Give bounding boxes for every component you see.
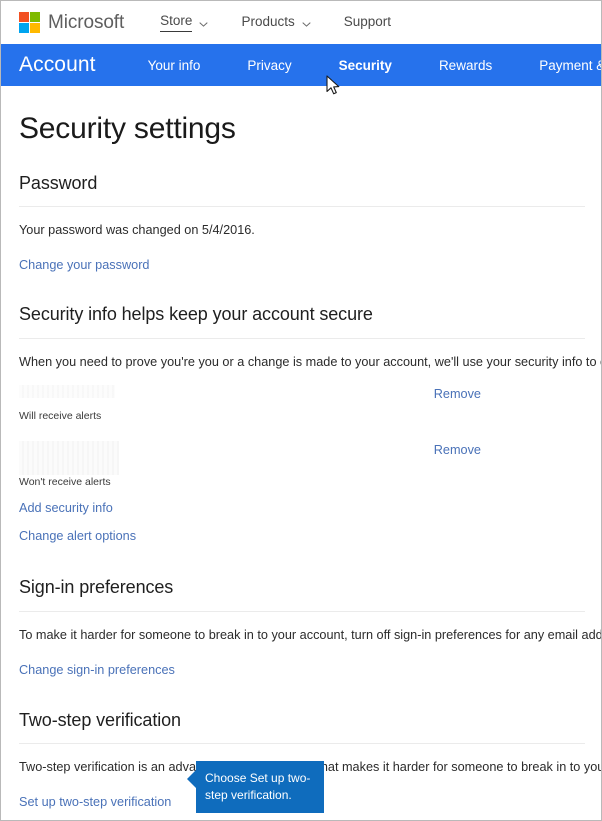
section-heading-two-step-verification: Two-step verification [19,709,181,730]
tab-rewards[interactable]: Rewards [439,58,492,73]
section-divider [19,337,585,339]
section-divider [19,610,585,612]
callout-text: Choose Set up two-step verification. [196,761,324,814]
global-nav: Store Products Support [160,13,425,32]
tab-payment-and-billing[interactable]: Payment & billing [539,57,601,73]
change-password-link[interactable]: Change your password [19,258,149,272]
security-info-description: When you need to prove you're you or a c… [19,354,602,369]
callout-arrow-icon [187,770,196,788]
microsoft-global-header: Microsoft Store Products Support [1,1,601,44]
logo-square-red [19,12,29,22]
account-brand[interactable]: Account [19,53,96,77]
logo-square-green [30,12,40,22]
logo-square-yellow [30,23,40,33]
section-heading-signin-preferences: Sign-in preferences [19,576,174,597]
callout-tooltip: Choose Set up two-step verification. [187,761,324,814]
remove-security-info-link[interactable]: Remove [434,387,481,401]
security-info-list: Remove Will receive alerts Remove Won't … [19,384,585,488]
global-nav-item-store[interactable]: Store [160,13,209,32]
tab-privacy[interactable]: Privacy [247,58,291,73]
chevron-down-icon [302,20,311,28]
tab-label-security: Security [338,57,392,73]
security-info-value-redacted [19,384,115,398]
tab-label-payment-and-billing: Payment & billing [539,57,601,73]
logo-square-blue [19,23,29,33]
signin-preferences-description: To make it harder for someone to break i… [19,627,602,642]
tab-label-your-info: Your info [147,57,201,73]
chevron-down-icon [199,20,209,28]
remove-security-info-link[interactable]: Remove [434,443,481,457]
security-info-links: Add security info [19,499,585,517]
account-nav-bar: Account Your info Privacy Security Rewar… [1,44,601,86]
change-signin-preferences-link[interactable]: Change sign-in preferences [19,663,175,677]
global-nav-label-support: Support [343,14,392,30]
tab-label-rewards: Rewards [438,57,493,73]
security-info-alert-label: Won't receive alerts [19,475,111,488]
security-info-value-redacted [19,440,119,475]
microsoft-logo-icon [19,12,40,33]
security-info-row: Remove Will receive alerts [19,384,585,424]
page-title: Security settings [19,112,236,145]
add-security-info-link[interactable]: Add security info [19,501,113,515]
security-info-row: Remove Won't receive alerts [19,440,585,488]
security-info-alert-label: Will receive alerts [19,409,102,422]
microsoft-wordmark: Microsoft [48,12,125,33]
signin-preferences-links: Change sign-in preferences [19,661,585,679]
change-alert-options-link[interactable]: Change alert options [19,529,136,543]
page-content: Security settings Password Your password… [1,112,602,811]
password-links: Change your password [19,256,585,274]
section-divider [19,206,585,208]
tab-security[interactable]: Security [339,58,392,73]
microsoft-logo-link[interactable]: Microsoft [19,12,124,33]
tab-label-privacy: Privacy [247,57,292,73]
password-status-text: Your password was changed on 5/4/2016. [19,223,255,238]
tab-your-info[interactable]: Your info [148,58,201,73]
global-nav-item-products[interactable]: Products [241,14,311,30]
section-heading-security-info: Security info helps keep your account se… [19,304,373,325]
global-nav-item-support[interactable]: Support [344,14,391,30]
section-heading-password: Password [19,172,98,193]
setup-two-step-verification-link[interactable]: Set up two-step verification [19,795,171,809]
account-tabs: Your info Privacy Security Rewards Payme… [148,57,601,73]
section-divider [19,743,585,745]
global-nav-label-store: Store [160,13,193,32]
global-nav-label-products: Products [241,14,295,30]
browser-window: Microsoft Store Products Support Account [0,0,602,821]
